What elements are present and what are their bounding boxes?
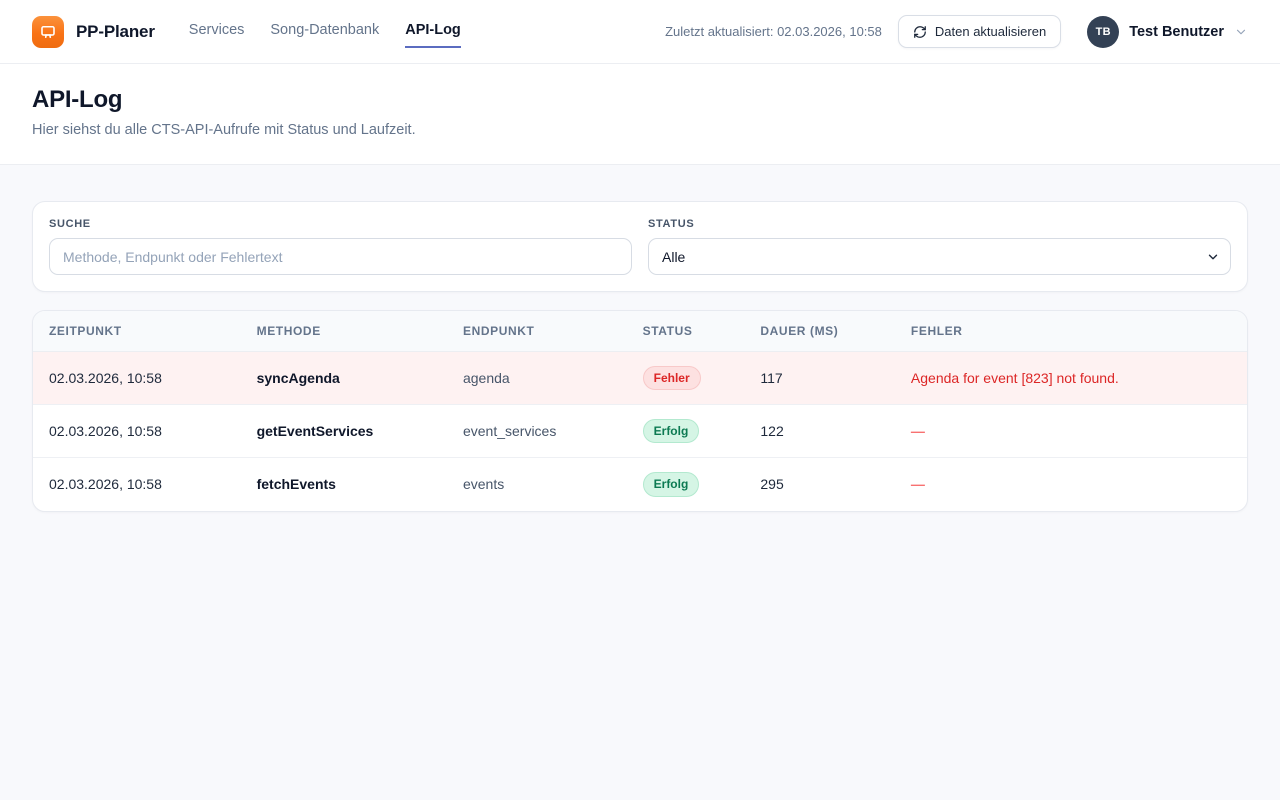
status-label: Status [648, 218, 1231, 230]
table-row: 02.03.2026, 10:58 getEventServices event… [33, 405, 1247, 458]
table-row: 02.03.2026, 10:58 syncAgenda agenda Fehl… [33, 352, 1247, 405]
column-header-status: Status [627, 311, 745, 352]
status-select[interactable]: Alle [648, 238, 1231, 275]
top-header: PP-Planer Services Song-Datenbank API-Lo… [0, 0, 1280, 64]
user-name: Test Benutzer [1129, 24, 1224, 40]
refresh-data-button[interactable]: Daten aktualisieren [898, 15, 1061, 48]
cell-fehler: — [895, 458, 1247, 511]
search-input[interactable] [49, 238, 632, 275]
status-badge: Fehler [643, 366, 701, 390]
page-title: API-Log [32, 86, 1248, 114]
refresh-button-label: Daten aktualisieren [935, 24, 1046, 39]
cell-endpunkt: event_services [447, 405, 627, 458]
cell-endpunkt: events [447, 458, 627, 511]
last-updated-text: Zuletzt aktualisiert: 02.03.2026, 10:58 [665, 24, 882, 39]
page-subtitle: Hier siehst du alle CTS-API-Aufrufe mit … [32, 122, 1248, 138]
app-logo-icon [32, 16, 64, 48]
presentation-screen-icon [39, 23, 57, 41]
status-badge: Erfolg [643, 419, 700, 443]
api-log-table-card: Zeitpunkt Methode Endpunkt Status Dauer … [32, 310, 1248, 512]
status-select-wrap: Alle [648, 238, 1231, 275]
api-log-table: Zeitpunkt Methode Endpunkt Status Dauer … [33, 311, 1247, 511]
nav-item-services[interactable]: Services [189, 16, 245, 48]
cell-fehler: Agenda for event [823] not found. [895, 352, 1247, 405]
page-header: API-Log Hier siehst du alle CTS-API-Aufr… [0, 64, 1280, 165]
chevron-down-icon [1234, 25, 1248, 39]
cell-methode: getEventServices [241, 405, 447, 458]
avatar: TB [1087, 16, 1119, 48]
search-field-group: Suche [49, 218, 632, 275]
cell-dauer: 295 [744, 458, 895, 511]
brand-name: PP-Planer [76, 22, 155, 42]
cell-fehler: — [895, 405, 1247, 458]
cell-methode: fetchEvents [241, 458, 447, 511]
cell-zeitpunkt: 02.03.2026, 10:58 [33, 352, 241, 405]
main-nav: Services Song-Datenbank API-Log [189, 16, 461, 48]
column-header-dauer: Dauer (ms) [744, 311, 895, 352]
column-header-endpunkt: Endpunkt [447, 311, 627, 352]
refresh-icon [913, 25, 927, 39]
nav-item-song-datenbank[interactable]: Song-Datenbank [270, 16, 379, 48]
search-label: Suche [49, 218, 632, 230]
nav-item-api-log[interactable]: API-Log [405, 16, 461, 48]
cell-zeitpunkt: 02.03.2026, 10:58 [33, 458, 241, 511]
cell-endpunkt: agenda [447, 352, 627, 405]
table-row: 02.03.2026, 10:58 fetchEvents events Erf… [33, 458, 1247, 511]
filter-card: Suche Status Alle [32, 201, 1248, 292]
status-field-group: Status Alle [648, 218, 1231, 275]
cell-methode: syncAgenda [241, 352, 447, 405]
user-menu[interactable]: TB Test Benutzer [1087, 16, 1248, 48]
table-header-row: Zeitpunkt Methode Endpunkt Status Dauer … [33, 311, 1247, 352]
cell-zeitpunkt: 02.03.2026, 10:58 [33, 405, 241, 458]
header-right: Zuletzt aktualisiert: 02.03.2026, 10:58 … [665, 15, 1248, 48]
column-header-zeitpunkt: Zeitpunkt [33, 311, 241, 352]
column-header-fehler: Fehler [895, 311, 1247, 352]
cell-dauer: 122 [744, 405, 895, 458]
main-content: Suche Status Alle [0, 165, 1280, 512]
status-badge: Erfolg [643, 472, 700, 496]
cell-dauer: 117 [744, 352, 895, 405]
column-header-methode: Methode [241, 311, 447, 352]
brand: PP-Planer [32, 16, 155, 48]
